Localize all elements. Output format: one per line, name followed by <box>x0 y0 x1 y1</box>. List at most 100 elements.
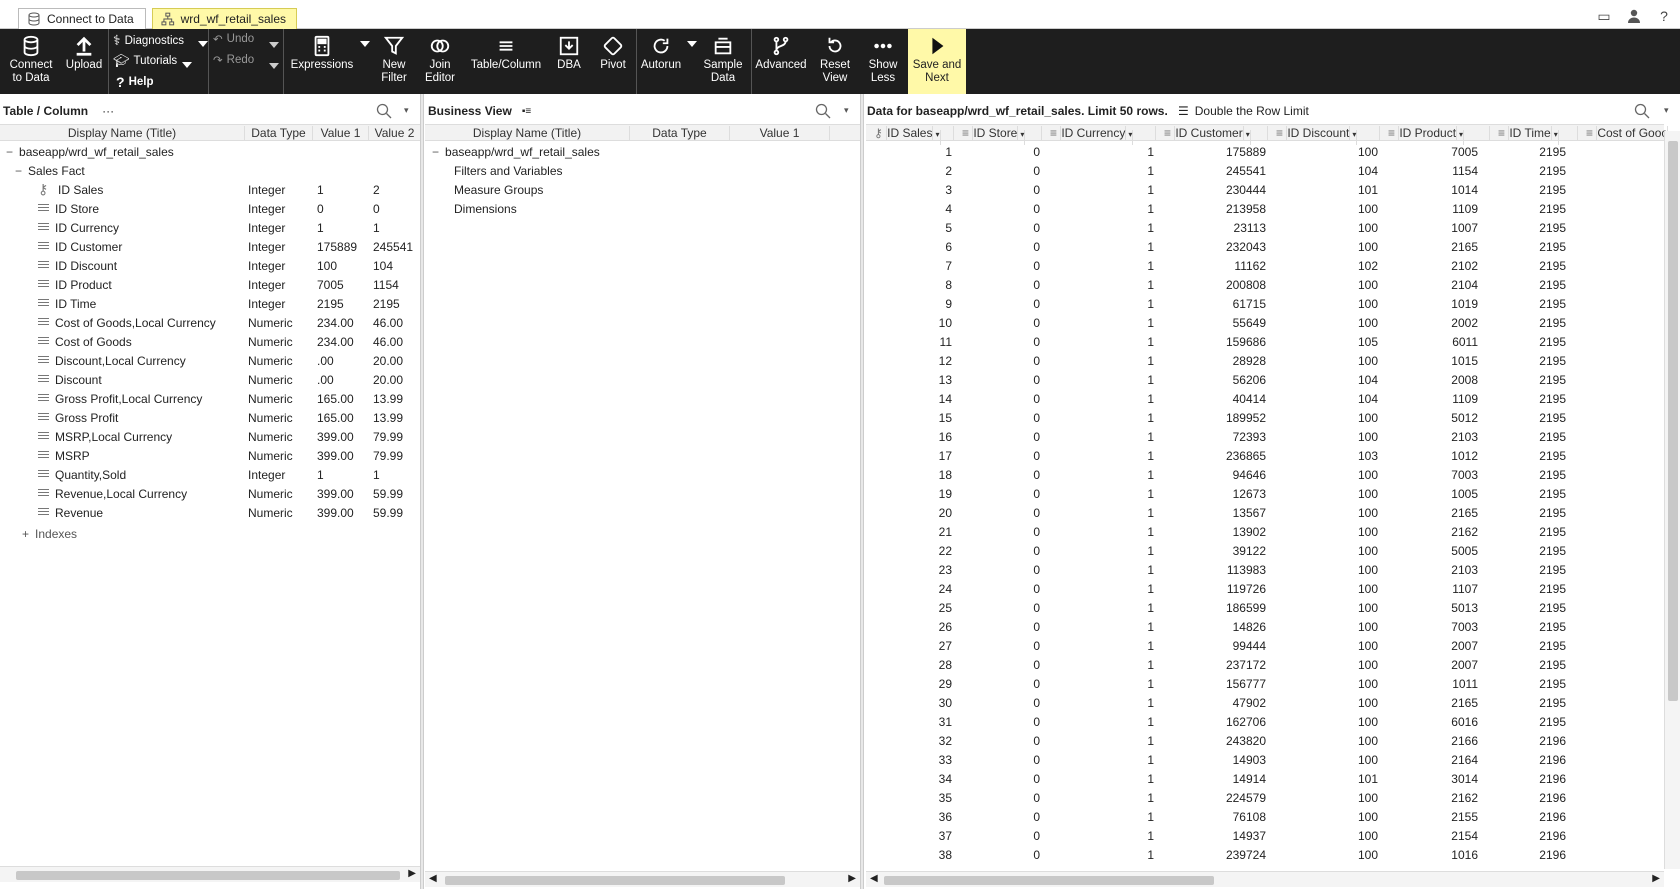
col-display-name[interactable]: Display Name (Title) <box>425 126 630 141</box>
chevron-down-icon[interactable]: ▾ <box>1664 105 1669 116</box>
data-row[interactable]: 34 0 1 14914 101 3014 2196 <box>866 769 1664 788</box>
connect-to-data-button[interactable]: Connect to Data <box>6 29 56 94</box>
drag-handle-icon[interactable] <box>38 508 49 515</box>
data-col-header[interactable]: ≡ ID Store ▾ <box>954 126 1042 145</box>
user-icon[interactable] <box>1626 8 1642 24</box>
redo-dropdown-caret[interactable] <box>269 63 279 69</box>
column-row[interactable]: Revenue Numeric 399.00 59.99 <box>0 503 420 522</box>
pivot-button[interactable]: Pivot <box>594 29 632 94</box>
data-col-header[interactable]: ⚷ ID Sales ▾ <box>866 126 954 145</box>
tutorials-dropdown-caret[interactable] <box>182 62 192 68</box>
data-row[interactable]: 5 0 1 23113 100 1007 2195 <box>866 218 1664 237</box>
bv-item-measure-groups[interactable]: Measure Groups <box>454 180 543 199</box>
col-display-name[interactable]: Display Name (Title) <box>0 126 245 141</box>
data-row[interactable]: 30 0 1 47902 100 2165 2195 <box>866 693 1664 712</box>
search-icon[interactable] <box>1634 103 1650 122</box>
upload-button[interactable]: Upload <box>62 29 106 94</box>
table-column-button[interactable]: Table/Column <box>468 29 544 94</box>
data-row[interactable]: 14 0 1 40414 104 1109 2195 <box>866 389 1664 408</box>
join-editor-button[interactable]: Join Editor <box>420 29 460 94</box>
column-row[interactable]: ID Time Integer 2195 2195 <box>0 294 420 313</box>
search-icon[interactable] <box>815 103 831 122</box>
scroll-right-icon[interactable]: ▶ <box>408 868 416 879</box>
redo-button[interactable]: ↷ Redo <box>213 53 254 67</box>
drag-handle-icon[interactable] <box>38 318 49 325</box>
data-row[interactable]: 15 0 1 189952 100 5012 2195 <box>866 408 1664 427</box>
left-horizontal-scrollbar[interactable]: ▶ <box>0 866 420 882</box>
autorun-dropdown-caret[interactable] <box>687 41 697 47</box>
dba-button[interactable]: DBA <box>552 29 586 94</box>
scroll-left-icon[interactable]: ◀ <box>870 873 878 884</box>
col-data-type[interactable]: Data Type <box>630 126 730 141</box>
data-row[interactable]: 19 0 1 12673 100 1005 2195 <box>866 484 1664 503</box>
data-row[interactable]: 27 0 1 99444 100 2007 2195 <box>866 636 1664 655</box>
column-row[interactable]: ID Currency Integer 1 1 <box>0 218 420 237</box>
undo-button[interactable]: ↶ Undo <box>213 32 254 46</box>
data-row[interactable]: 9 0 1 61715 100 1019 2195 <box>866 294 1664 313</box>
data-row[interactable]: 21 0 1 13902 100 2162 2195 <box>866 522 1664 541</box>
panel-splitter[interactable] <box>420 94 424 889</box>
middle-horizontal-scrollbar[interactable]: ◀ ▶ <box>425 871 860 887</box>
drag-handle-icon[interactable] <box>38 375 49 382</box>
column-row[interactable]: Cost of Goods,Local Currency Numeric 234.0… <box>0 313 420 332</box>
new-filter-button[interactable]: New Filter <box>376 29 412 94</box>
key-icon[interactable]: ⚷ <box>38 181 48 198</box>
tree-indexes[interactable]: + Indexes <box>22 524 77 543</box>
data-row[interactable]: 31 0 1 162706 100 6016 2195 <box>866 712 1664 731</box>
drag-handle-icon[interactable] <box>38 280 49 287</box>
drag-handle-icon[interactable] <box>38 413 49 420</box>
data-row[interactable]: 26 0 1 14826 100 7003 2195 <box>866 617 1664 636</box>
data-col-header[interactable]: ≡ Cost of Gooc <box>1578 126 1669 141</box>
data-col-header[interactable]: ≡ ID Currency ▾ <box>1042 126 1156 145</box>
col-value1[interactable]: Value 1 <box>313 126 369 141</box>
sample-data-button[interactable]: Sample Data <box>700 29 746 94</box>
data-row[interactable]: 28 0 1 237172 100 2007 2195 <box>866 655 1664 674</box>
undo-dropdown-caret[interactable] <box>269 42 279 48</box>
window-icon[interactable]: ▭ <box>1596 8 1612 24</box>
diagnostics-dropdown-caret[interactable] <box>198 41 208 47</box>
expressions-button[interactable]: Expressions <box>290 29 354 94</box>
data-row[interactable]: 17 0 1 236865 103 1012 2195 <box>866 446 1664 465</box>
drag-handle-icon[interactable] <box>38 204 49 211</box>
autorun-button[interactable]: Autorun <box>638 29 684 94</box>
col-data-type[interactable]: Data Type <box>245 126 313 141</box>
column-row[interactable]: Gross Profit,Local Currency Numeric 165.00… <box>0 389 420 408</box>
column-row[interactable]: MSRP,Local Currency Numeric 399.00 79.99 <box>0 427 420 446</box>
show-less-button[interactable]: Show Less <box>862 29 904 94</box>
tree-group-sales-fact[interactable]: − Sales Fact <box>15 161 85 180</box>
chevron-down-icon[interactable]: ▾ <box>404 105 409 116</box>
drag-handle-icon[interactable] <box>38 242 49 249</box>
data-row[interactable]: 32 0 1 243820 100 2166 2196 <box>866 731 1664 750</box>
column-row[interactable]: Discount Numeric .00 20.00 <box>0 370 420 389</box>
drag-handle-icon[interactable] <box>38 470 49 477</box>
tutorials-button[interactable]: 🎓︎ Tutorials <box>113 53 177 69</box>
data-row[interactable]: 20 0 1 13567 100 2165 2195 <box>866 503 1664 522</box>
data-row[interactable]: 36 0 1 76108 100 2155 2196 <box>866 807 1664 826</box>
collapse-icon[interactable]: − <box>6 145 13 159</box>
collapse-icon[interactable]: − <box>432 145 439 159</box>
data-row[interactable]: 25 0 1 186599 100 5013 2195 <box>866 598 1664 617</box>
scroll-right-icon[interactable]: ▶ <box>1652 873 1660 884</box>
drag-handle-icon[interactable] <box>38 489 49 496</box>
drag-handle-icon[interactable] <box>38 432 49 439</box>
bv-item-filters[interactable]: Filters and Variables <box>454 161 563 180</box>
help-question-icon[interactable]: ? <box>1656 8 1672 24</box>
data-row[interactable]: 24 0 1 119726 100 1107 2195 <box>866 579 1664 598</box>
col-value1[interactable]: Value 1 <box>730 126 830 141</box>
data-row[interactable]: 11 0 1 159686 105 6011 2195 <box>866 332 1664 351</box>
collapse-icon[interactable]: − <box>15 164 22 178</box>
data-row[interactable]: 7 0 1 11162 102 2102 2195 <box>866 256 1664 275</box>
data-row[interactable]: 1 0 1 175889 100 7005 2195 <box>866 142 1664 161</box>
scroll-right-icon[interactable]: ▶ <box>848 873 856 884</box>
advanced-button[interactable]: Advanced <box>754 29 808 94</box>
drag-handle-icon[interactable] <box>38 337 49 344</box>
drag-handle-icon[interactable] <box>38 394 49 401</box>
column-row[interactable]: Cost of Goods Numeric 234.00 46.00 <box>0 332 420 351</box>
expressions-dropdown-caret[interactable] <box>360 41 370 47</box>
data-vertical-scrollbar[interactable] <box>1664 131 1680 869</box>
data-row[interactable]: 13 0 1 56206 104 2008 2195 <box>866 370 1664 389</box>
diagnostics-button[interactable]: ⚕ Diagnostics <box>113 32 184 49</box>
drag-handle-icon[interactable] <box>38 356 49 363</box>
chevron-down-icon[interactable]: ▾ <box>844 105 849 116</box>
data-row[interactable]: 23 0 1 113983 100 2103 2195 <box>866 560 1664 579</box>
